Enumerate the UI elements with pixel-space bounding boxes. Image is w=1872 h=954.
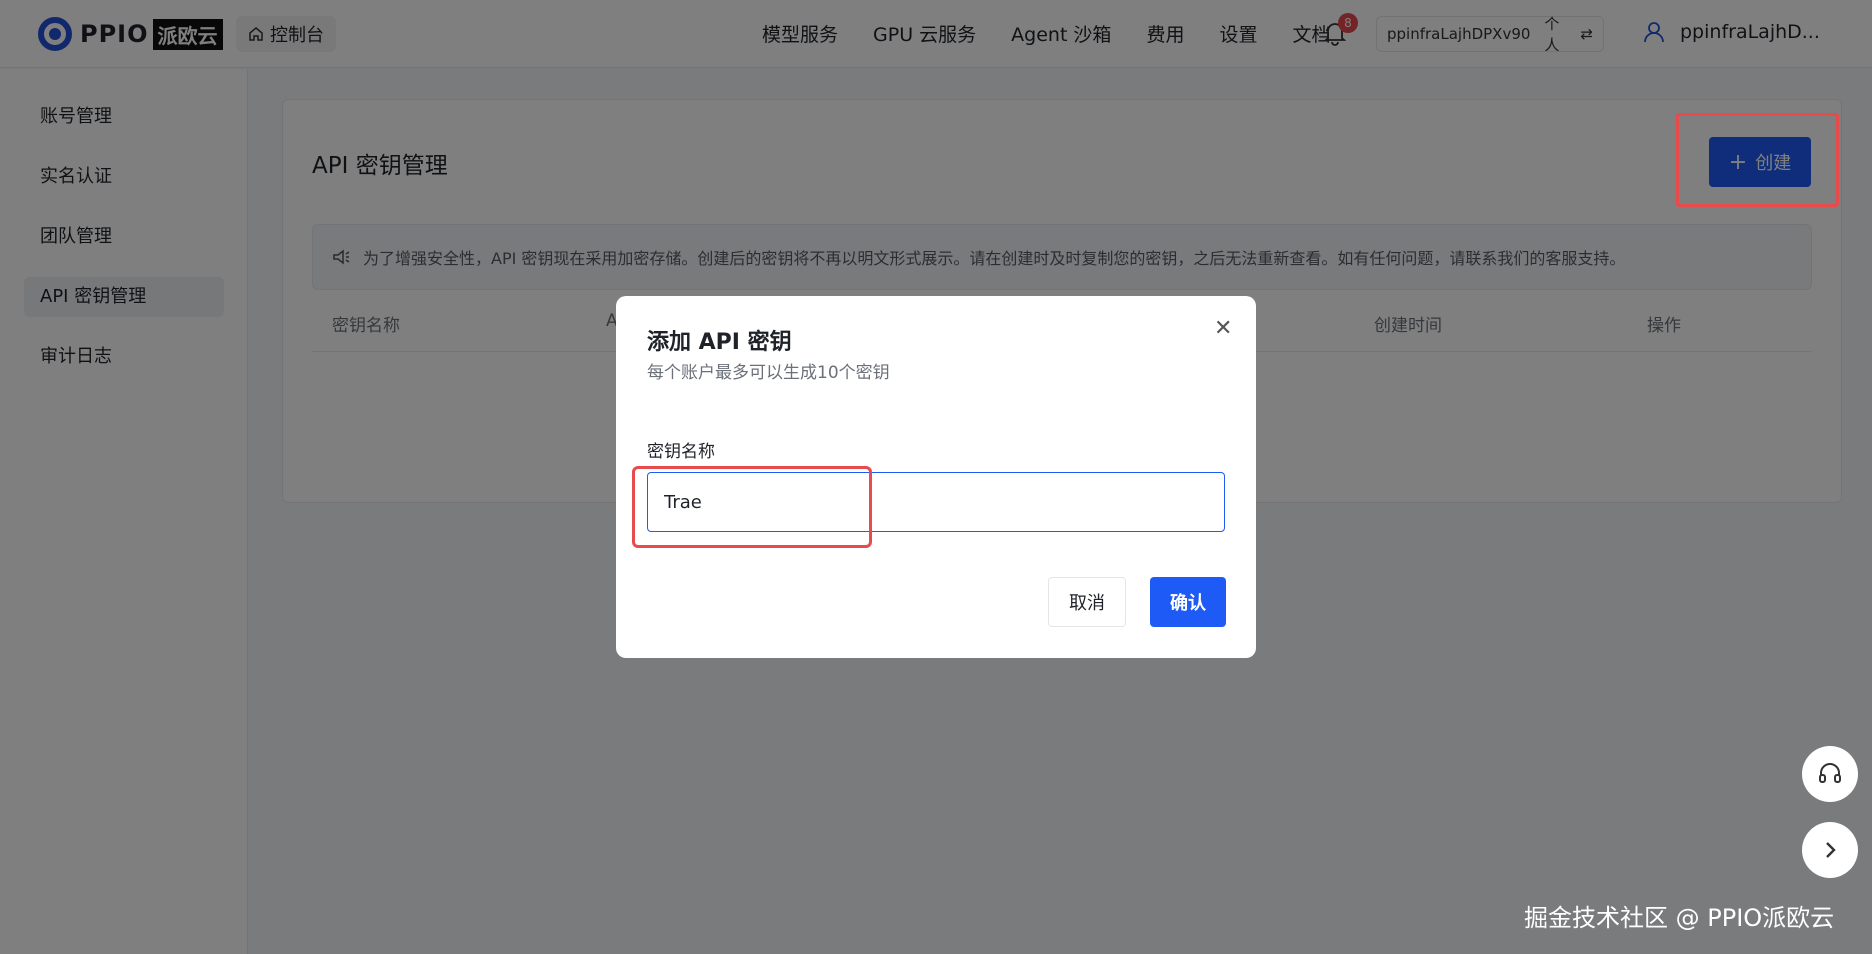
chevron-right-icon [1826,842,1836,858]
support-button[interactable] [1802,746,1858,802]
add-api-key-dialog: 添加 API 密钥 每个账户最多可以生成10个密钥 ✕ 密钥名称 取消 确认 [616,296,1256,658]
dialog-subtitle: 每个账户最多可以生成10个密钥 [647,363,890,383]
cancel-button[interactable]: 取消 [1048,577,1126,627]
close-icon[interactable]: ✕ [1214,316,1232,341]
dialog-title: 添加 API 密钥 [647,330,792,355]
highlight-create-box [1676,113,1839,207]
headset-icon [1819,763,1841,783]
confirm-button[interactable]: 确认 [1150,577,1226,627]
highlight-input-box [632,466,872,548]
watermark: 掘金技术社区 @ PPIO派欧云 [1524,904,1835,932]
expand-button[interactable] [1802,822,1858,878]
key-name-label: 密钥名称 [647,442,715,462]
